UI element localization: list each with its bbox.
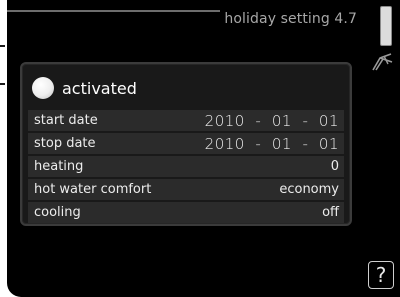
- row-label: hot water comfort: [34, 182, 152, 197]
- scrollbar[interactable]: [380, 6, 392, 46]
- title-divider: [7, 10, 220, 12]
- heating-row[interactable]: heating 0: [28, 156, 344, 177]
- row-value: 0: [330, 159, 339, 174]
- row-value: 2010 - 01 - 01: [204, 134, 339, 153]
- row-label: stop date: [34, 136, 96, 151]
- settings-list: start date 2010 - 01 - 01 stop date 2010…: [28, 110, 344, 225]
- display-screen: holiday setting 4.7 activated start date…: [7, 0, 400, 297]
- row-label: cooling: [34, 205, 81, 220]
- row-label: heating: [34, 159, 84, 174]
- stop-date-row[interactable]: stop date 2010 - 01 - 01: [28, 133, 344, 154]
- start-date-row[interactable]: start date 2010 - 01 - 01: [28, 110, 344, 131]
- activated-label: activated: [62, 78, 137, 98]
- activated-toggle[interactable]: activated: [32, 74, 137, 102]
- holiday-deckchair-icon: [370, 50, 394, 76]
- edge-mark-top: [0, 45, 5, 47]
- row-value: 2010 - 01 - 01: [204, 111, 339, 130]
- edge-mark-bottom: [0, 83, 5, 85]
- holiday-settings-panel: activated start date 2010 - 01 - 01 stop…: [20, 62, 352, 226]
- page-title: holiday setting 4.7: [224, 11, 357, 27]
- row-label: start date: [34, 113, 98, 128]
- activated-radio[interactable]: [32, 77, 54, 99]
- hot-water-comfort-row[interactable]: hot water comfort economy: [28, 179, 344, 200]
- row-value: economy: [279, 182, 339, 197]
- cooling-row[interactable]: cooling off: [28, 202, 344, 223]
- row-value: off: [322, 205, 339, 220]
- help-icon[interactable]: ?: [368, 261, 394, 289]
